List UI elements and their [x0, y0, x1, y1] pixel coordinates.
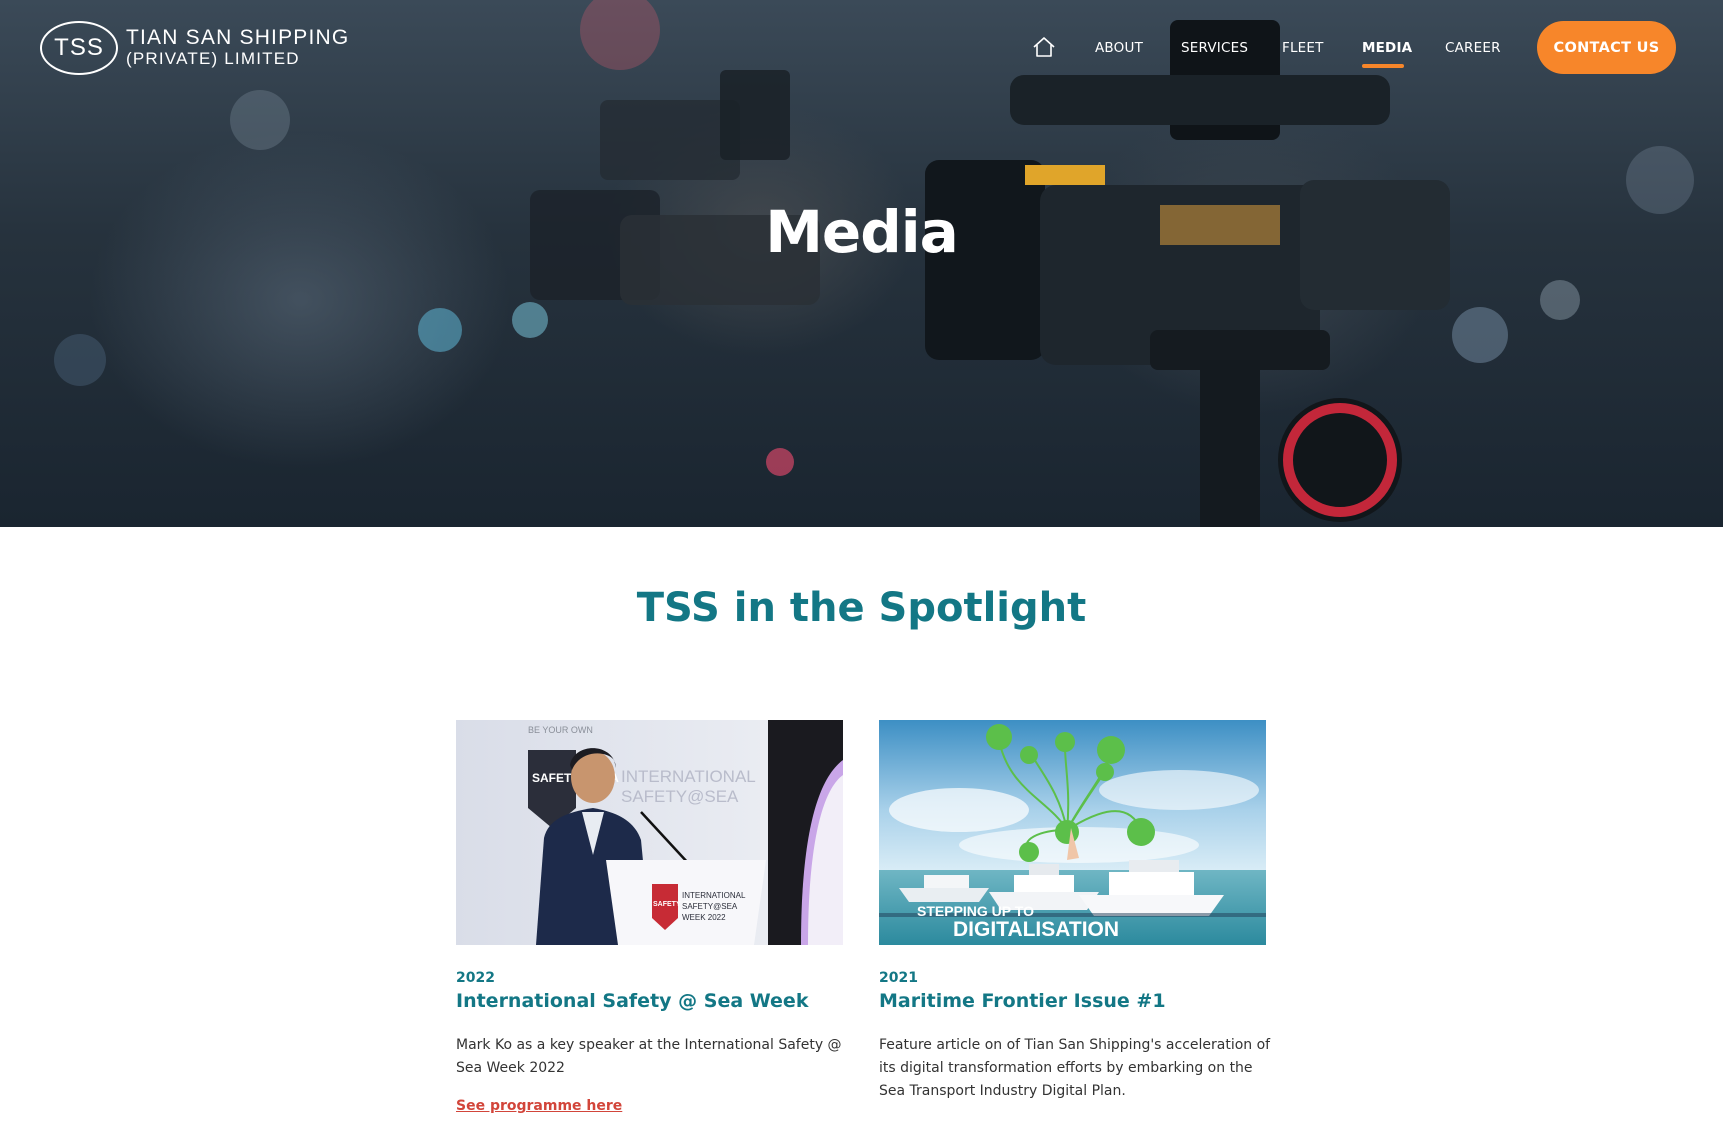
card-image-speaker[interactable]: BE YOUR OWN SAFETY @SEA INTERNATIONAL SA… [456, 720, 843, 945]
podium-line2: SAFETY@SEA [682, 902, 738, 911]
card-description: Feature article on of Tian San Shipping'… [879, 1037, 1271, 1099]
nav-item-fleet[interactable]: FLEET [1282, 40, 1324, 56]
page-title: Media [765, 198, 959, 266]
main-navigation: ABOUT SERVICES FLEET MEDIA CAREER CONTAC… [0, 0, 1723, 96]
card-year: 2021 [879, 970, 918, 986]
nav-active-indicator [1362, 64, 1404, 68]
image-caption-line2: DIGITALISATION [953, 918, 1119, 941]
backdrop-line2: SAFETY@SEA [621, 787, 739, 806]
see-programme-link[interactable]: See programme here [456, 1098, 622, 1114]
card-title[interactable]: International Safety @ Sea Week [456, 990, 808, 1012]
section-title: TSS in the Spotlight [636, 585, 1087, 631]
image-caption-line1: STEPPING UP TO [917, 903, 1034, 919]
nav-item-services[interactable]: SERVICES [1181, 40, 1248, 56]
podium-line1: INTERNATIONAL [682, 891, 746, 900]
card-title[interactable]: Maritime Frontier Issue #1 [879, 990, 1166, 1012]
podium-line3: WEEK 2022 [682, 913, 726, 922]
backdrop-tagline: BE YOUR OWN [528, 725, 593, 735]
backdrop-line1: INTERNATIONAL [621, 767, 756, 786]
contact-us-button[interactable]: CONTACT US [1537, 21, 1676, 74]
card-description: Mark Ko as a key speaker at the Internat… [456, 1037, 842, 1076]
card-image-digitalisation[interactable]: STEPPING UP TO DIGITALISATION [879, 720, 1266, 945]
nav-item-career[interactable]: CAREER [1445, 40, 1501, 56]
nav-item-about[interactable]: ABOUT [1095, 40, 1143, 56]
home-icon[interactable] [1032, 36, 1056, 58]
card-year: 2022 [456, 970, 495, 986]
nav-item-media[interactable]: MEDIA [1362, 40, 1412, 56]
